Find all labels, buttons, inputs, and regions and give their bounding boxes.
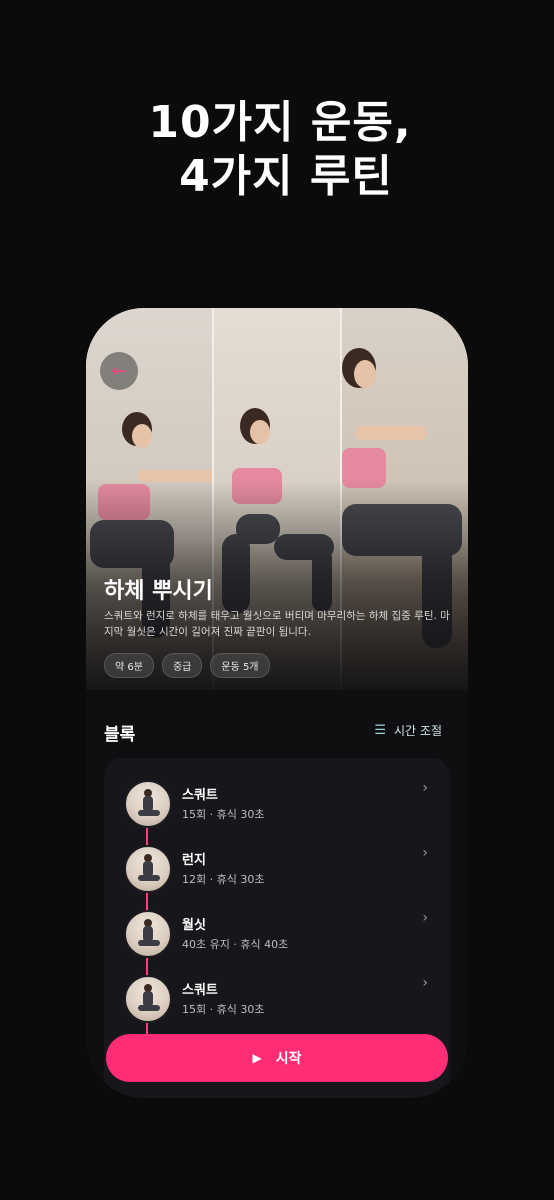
hero-image: ← 하체 뿌시기 스쿼트와 런지로 하체를 태우고 월싯으로 버티며 마무리하는…: [86, 308, 468, 690]
start-button-label: 시작: [275, 1051, 302, 1067]
time-adjust-button[interactable]: ☰ 시간 조절: [374, 722, 442, 739]
list-item[interactable]: 스쿼트 15회 · 휴식 30초 ›: [104, 778, 450, 838]
chevron-right-icon: ›: [422, 780, 428, 796]
chip-exercise-count: 운동 5개: [210, 653, 270, 678]
back-button[interactable]: ←: [100, 352, 138, 390]
start-button[interactable]: ▶ 시작: [106, 1034, 448, 1082]
headline-line2: 4가지 루틴: [179, 151, 393, 202]
exercise-thumbnail: [124, 780, 172, 828]
routine-chips: 약 6분 중급 운동 5개: [104, 653, 270, 678]
sliders-icon: ☰: [374, 723, 387, 738]
chevron-right-icon: ›: [422, 910, 428, 926]
list-item[interactable]: 런지 12회 · 휴식 30초 ›: [104, 843, 450, 903]
chip-level: 중급: [161, 653, 203, 678]
chevron-right-icon: ›: [422, 975, 428, 991]
exercise-name: 스쿼트: [182, 983, 218, 998]
chip-duration: 약 6분: [104, 653, 154, 678]
exercise-thumbnail: [124, 845, 172, 893]
exercise-meta: 15회 · 휴식 30초: [182, 808, 265, 821]
exercise-thumbnail: [124, 910, 172, 958]
time-adjust-label: 시간 조절: [394, 724, 442, 738]
headline-line1: 10가지 운동,: [148, 97, 412, 148]
routine-title: 하체 뿌시기: [104, 579, 213, 604]
headline: 10가지 운동, 4가지 루틴: [0, 96, 554, 204]
exercise-thumbnail: [124, 975, 172, 1023]
list-item[interactable]: 스쿼트 15회 · 휴식 30초 ›: [104, 973, 450, 1033]
blocks-title: 블록: [104, 725, 136, 745]
list-item[interactable]: 월싯 40초 유지 · 휴식 40초 ›: [104, 908, 450, 968]
exercise-meta: 40초 유지 · 휴식 40초: [182, 938, 289, 951]
play-icon: ▶: [252, 1051, 262, 1065]
arrow-left-icon: ←: [111, 360, 127, 382]
phone-mockup: ← 하체 뿌시기 스쿼트와 런지로 하체를 태우고 월싯으로 버티며 마무리하는…: [86, 308, 468, 1098]
chevron-right-icon: ›: [422, 845, 428, 861]
exercise-meta: 15회 · 휴식 30초: [182, 1003, 265, 1016]
routine-description: 스쿼트와 런지로 하체를 태우고 월싯으로 버티며 마무리하는 하체 집중 루틴…: [104, 610, 450, 638]
exercise-meta: 12회 · 휴식 30초: [182, 873, 265, 886]
exercise-name: 런지: [182, 853, 206, 868]
exercise-name: 월싯: [182, 918, 206, 933]
exercise-name: 스쿼트: [182, 788, 218, 803]
